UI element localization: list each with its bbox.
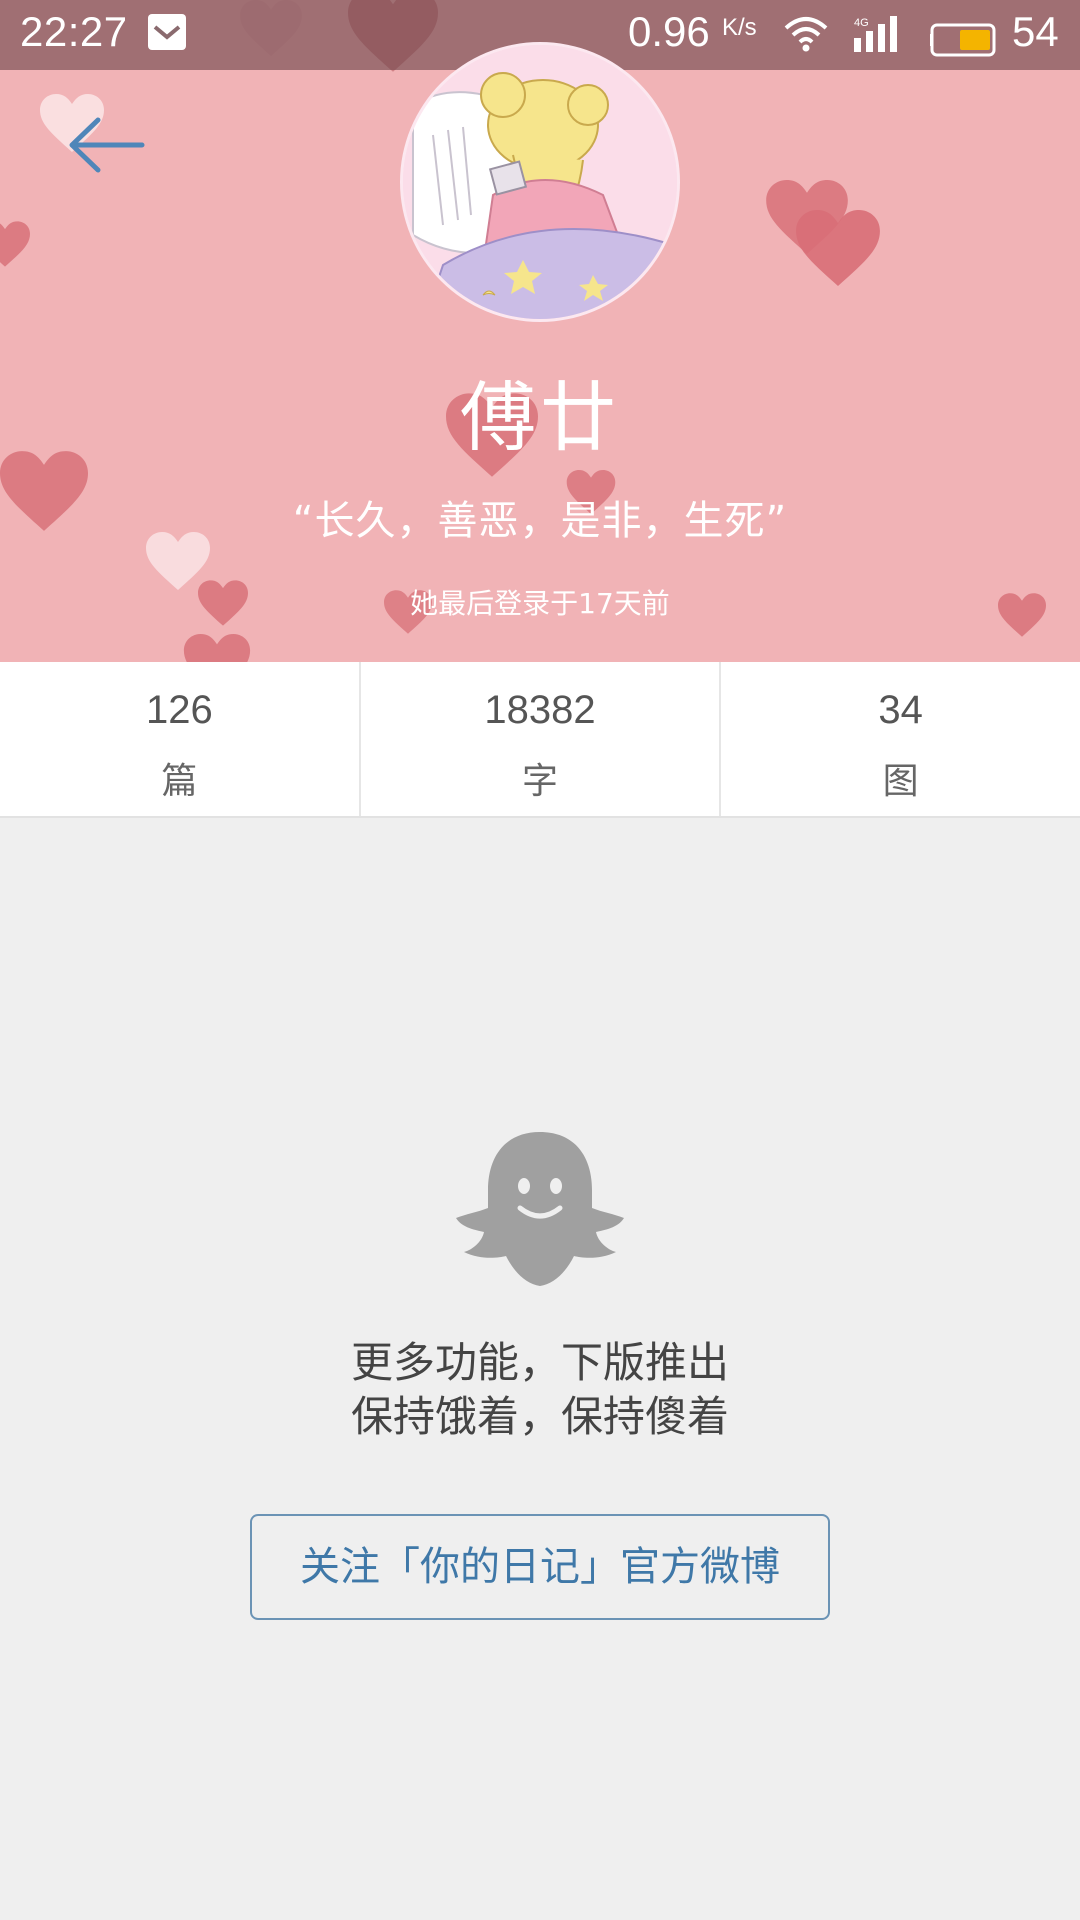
stat-value: 34 <box>878 688 923 732</box>
message-line-1: 更多功能，下版推出 <box>350 1338 729 1387</box>
network-speed: 0.96 <box>628 8 710 55</box>
avatar[interactable] <box>400 42 680 322</box>
battery-level: 54 <box>1012 8 1059 55</box>
stat-label: 篇 <box>161 761 198 802</box>
notification-icon <box>148 14 186 50</box>
empty-state-message: 更多功能，下版推出 保持饿着，保持傻着 <box>0 1336 1080 1444</box>
heart-icon <box>796 210 880 286</box>
stat-value: 18382 <box>484 688 596 732</box>
stat-posts[interactable]: 126 篇 <box>0 662 361 816</box>
username: 傅廿 <box>460 373 620 462</box>
stat-words[interactable]: 18382 字 <box>361 662 722 816</box>
stat-label: 图 <box>882 761 919 802</box>
battery-icon <box>930 18 1000 67</box>
ghost-icon <box>452 1128 628 1292</box>
follow-weibo-button[interactable]: 关注「你的日记」官方微博 <box>250 1514 830 1620</box>
profile-motto: “长久，善恶，是非，生死” <box>292 498 788 544</box>
signal-icon: 4G <box>852 14 906 64</box>
network-speed-unit: K/s <box>722 14 757 41</box>
network-type-label: 4G <box>854 17 869 29</box>
heart-icon <box>0 221 30 267</box>
stat-value: 126 <box>145 688 213 732</box>
stat-label: 字 <box>522 761 559 802</box>
wifi-icon <box>782 14 830 64</box>
profile-header: 22:27 0.96 K/s 4G 54 傅廿 “长久，善恶，是非，生死” 她最… <box>0 0 1080 662</box>
status-time: 22:27 <box>20 8 128 55</box>
last-login-text: 她最后登录于17天前 <box>410 587 670 620</box>
avatar-illustration <box>403 45 677 319</box>
message-line-2: 保持饿着，保持傻着 <box>350 1392 729 1441</box>
heart-icon <box>183 634 251 662</box>
stats-bar: 126 篇 18382 字 34 图 <box>0 662 1080 818</box>
arrow-left-icon <box>69 117 145 173</box>
back-button[interactable] <box>60 100 160 190</box>
stat-images[interactable]: 34 图 <box>721 662 1080 816</box>
